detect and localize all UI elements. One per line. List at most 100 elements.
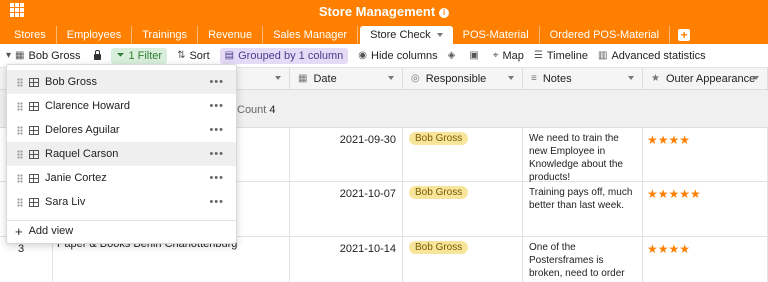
app-header: Store Management i Stores Employees Train… (0, 0, 768, 44)
column-header-date[interactable]: ▦ Date (290, 68, 403, 90)
rating-cell[interactable]: ★★★★ (643, 128, 768, 181)
view-item-delores-aguilar[interactable]: Delores Aguilar ••• (7, 118, 236, 142)
statistics-icon: ▥ (598, 50, 608, 61)
notes-cell[interactable]: We need to train the new Employee in Kno… (523, 128, 643, 183)
notes-cell[interactable]: Training pays off, much better than last… (523, 182, 643, 236)
tab-ordered-pos-material[interactable]: Ordered POS-Material (540, 26, 671, 44)
timeline-label: Timeline (546, 49, 588, 62)
view-item-clarence-howard[interactable]: Clarence Howard ••• (7, 94, 236, 118)
chevron-down-icon[interactable] (436, 33, 443, 37)
more-options-icon[interactable]: ••• (209, 100, 224, 112)
drag-handle-icon[interactable] (17, 197, 23, 207)
sort-button[interactable]: ⇅ Sort (177, 50, 210, 62)
view-item-bob-gross[interactable]: Bob Gross ••• (7, 70, 236, 94)
row-height-button[interactable]: ▣ (469, 50, 482, 61)
row-height-icon: ▣ (469, 50, 479, 61)
collaborator-badge: Bob Gross (409, 241, 469, 254)
group-label: Grouped by 1 column (238, 49, 344, 62)
base-title: Store Management i (0, 4, 768, 19)
drag-handle-icon[interactable] (17, 149, 23, 159)
view-item-label: Delores Aguilar (45, 124, 120, 136)
view-item-janie-cortez[interactable]: Janie Cortez ••• (7, 166, 236, 190)
column-header-responsible[interactable]: ◎ Responsible (403, 68, 523, 90)
column-header-outer-appearance[interactable]: ★ Outer Appearance (643, 68, 768, 90)
more-options-icon[interactable]: ••• (209, 196, 224, 208)
advanced-statistics-label: Advanced statistics (611, 49, 706, 62)
view-item-label: Janie Cortez (45, 172, 107, 184)
table-tabs: Stores Employees Trainings Revenue Sales… (4, 25, 691, 44)
map-button[interactable]: ⌖ Map (493, 50, 524, 62)
advanced-statistics-button[interactable]: ▥ Advanced statistics (598, 50, 706, 62)
tab-store-check[interactable]: Store Check (360, 26, 453, 44)
timeline-icon: ☰ (533, 50, 543, 61)
tab-pos-material[interactable]: POS-Material (453, 26, 540, 44)
more-options-icon[interactable]: ••• (209, 124, 224, 136)
chevron-down-icon[interactable] (753, 76, 759, 80)
view-item-raquel-carson[interactable]: Raquel Carson ••• (7, 142, 236, 166)
view-item-label: Sara Liv (45, 196, 86, 208)
chevron-down-icon[interactable] (628, 76, 634, 80)
tab-sales-manager[interactable]: Sales Manager (263, 26, 359, 44)
user-icon: ◎ (411, 73, 420, 84)
filter-button[interactable]: ⏷ 1 Filter (111, 47, 168, 64)
column-header-responsible-label: Responsible (425, 72, 487, 85)
group-count-label: Count (237, 104, 267, 116)
rating-cell[interactable]: ★★★★ (643, 237, 768, 282)
chevron-down-icon[interactable] (275, 76, 281, 80)
chevron-down-icon[interactable] (388, 76, 394, 80)
chevron-down-icon: ▾ (6, 50, 12, 61)
calendar-icon: ▦ (298, 73, 308, 84)
info-icon[interactable]: i (439, 8, 450, 18)
view-item-sara-liv[interactable]: Sara Liv ••• (7, 190, 236, 214)
table-icon (29, 197, 39, 207)
view-item-label: Bob Gross (45, 76, 97, 88)
notes-cell[interactable]: One of the Postersframes is broken, need… (523, 237, 643, 282)
group-button[interactable]: ▤ Grouped by 1 column (219, 47, 349, 64)
more-options-icon[interactable]: ••• (209, 172, 224, 184)
table-icon (29, 77, 39, 87)
lock-icon[interactable] (94, 49, 102, 60)
group-icon: ▤ (224, 50, 235, 61)
tab-stores[interactable]: Stores (4, 26, 57, 44)
drag-handle-icon[interactable] (17, 125, 23, 135)
table-icon (29, 125, 39, 135)
drag-handle-icon[interactable] (17, 77, 23, 87)
collaborator-badge: Bob Gross (409, 186, 469, 199)
view-item-label: Clarence Howard (45, 100, 130, 112)
group-count: Count 4 (237, 104, 276, 116)
add-view-label: Add view (28, 225, 74, 237)
column-header-notes[interactable]: ≡ Notes (523, 68, 643, 90)
table-icon (29, 101, 39, 111)
table-icon: ▦ (15, 50, 25, 61)
text-icon: ≡ (531, 73, 537, 84)
rating-cell[interactable]: ★★★★★ (643, 182, 768, 236)
add-view-button[interactable]: + Add view (15, 223, 74, 239)
more-options-icon[interactable]: ••• (209, 76, 224, 88)
views-dropdown: Bob Gross ••• Clarence Howard ••• Delores … (6, 64, 237, 244)
hide-columns-button[interactable]: ◉ Hide columns (358, 50, 437, 62)
date-cell[interactable]: 2021-10-07 (290, 182, 403, 236)
tab-store-check-label: Store Check (370, 29, 431, 41)
view-selector[interactable]: ▾ ▦ Bob Gross (6, 50, 80, 62)
column-header-date-label: Date (313, 72, 337, 85)
chevron-down-icon[interactable] (508, 76, 514, 80)
filter-label: 1 Filter (128, 49, 163, 62)
date-cell[interactable]: 2021-09-30 (290, 128, 403, 181)
base-title-text: Store Management (318, 4, 436, 19)
responsible-cell[interactable]: Bob Gross (403, 237, 523, 282)
add-table-button[interactable]: + (678, 29, 691, 41)
timeline-button[interactable]: ☰ Timeline (534, 50, 588, 62)
responsible-cell[interactable]: Bob Gross (403, 128, 523, 181)
tab-revenue[interactable]: Revenue (198, 26, 264, 44)
responsible-cell[interactable]: Bob Gross (403, 182, 523, 236)
drag-handle-icon[interactable] (17, 101, 23, 111)
tab-employees[interactable]: Employees (57, 26, 133, 44)
row-color-button[interactable]: ◈ (448, 50, 460, 61)
collaborator-badge: Bob Gross (409, 132, 469, 145)
drag-handle-icon[interactable] (17, 173, 23, 183)
plus-icon: + (15, 223, 23, 239)
view-name: Bob Gross (28, 49, 81, 62)
more-options-icon[interactable]: ••• (209, 148, 224, 160)
tab-trainings[interactable]: Trainings (132, 26, 199, 44)
date-cell[interactable]: 2021-10-14 (290, 237, 403, 282)
